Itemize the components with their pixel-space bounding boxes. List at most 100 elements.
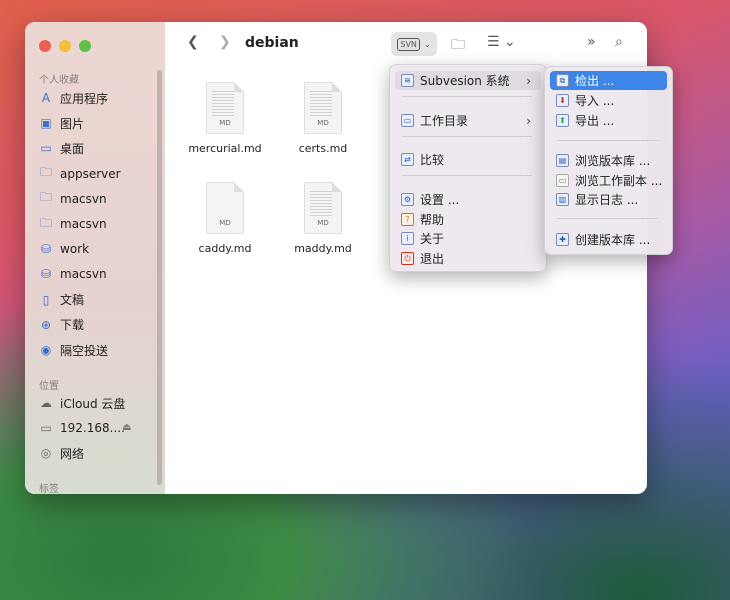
sidebar-item-label: 下载 [60, 318, 85, 333]
menu-item-working-dir[interactable]: ▭ 工作目录 › [395, 111, 541, 130]
menu-label: 浏览版本库 ... [575, 154, 651, 168]
sidebar-item-label: macsvn [60, 267, 107, 282]
forward-button[interactable]: ❯ [219, 34, 231, 50]
sidebar-item-label: 网络 [60, 446, 85, 461]
chevron-down-icon: ⌄ [423, 39, 431, 49]
file-item[interactable]: MD caddy.md [185, 182, 265, 255]
pictures-icon: ▣ [40, 116, 52, 131]
sidebar-item-label: appserver [60, 166, 121, 181]
menu-label: 浏览工作副本 ... [575, 174, 663, 188]
sidebar-item[interactable]: A 应用程序 [39, 87, 108, 109]
subversion-submenu: ⧉ 检出 ... ⬇ 导入 ... ⬆ 导出 ... ▤ 浏览版本库 ... ▭ 浏览工作… [544, 66, 673, 255]
file-name: certs.md [298, 142, 348, 155]
svn-menu-button[interactable]: SVN ⌄ [391, 32, 437, 56]
sidebar-item[interactable]: 🗀 macsvn [39, 213, 107, 235]
new-folder-icon[interactable]: 🗀 [451, 34, 465, 58]
minimize-button[interactable] [59, 40, 71, 52]
file-item[interactable]: MD maddy.md [283, 182, 363, 255]
sidebar-item[interactable]: ▭ 桌面 [39, 137, 84, 159]
window-title: debian [245, 35, 299, 51]
menu-label: 创建版本库 ... [575, 233, 651, 247]
create-repo-icon: ✚ [556, 233, 569, 246]
sidebar-item[interactable]: 🗀 macsvn [39, 188, 107, 210]
more-icon[interactable]: » [587, 34, 596, 50]
file-name: caddy.md [198, 242, 252, 255]
section-locations: 位置 [39, 381, 59, 392]
submenu-item-export[interactable]: ⬆ 导出 ... [550, 111, 667, 130]
svn-context-menu: ≋ Subvesion 系统 › ▭ 工作目录 › ⇄ 比较 ⚙ 设置 ... ? 帮助 i关… [389, 64, 547, 272]
working-dir-icon: ▭ [401, 114, 414, 127]
menu-separator [557, 218, 658, 219]
computer-icon: ▭ [40, 421, 52, 435]
settings-icon: ⚙ [401, 193, 414, 206]
sidebar-item[interactable]: ⛁ macsvn [39, 263, 107, 285]
zoom-button[interactable] [79, 40, 91, 52]
file-name: maddy.md [294, 242, 352, 255]
menu-separator [557, 140, 658, 141]
sidebar-item[interactable]: ▯ 文稿 [39, 289, 84, 311]
sidebar-scrollbar[interactable] [157, 70, 162, 485]
sidebar-item[interactable]: ▭ 192.168.... [39, 417, 125, 439]
sidebar-item-label: work [60, 242, 90, 257]
submenu-item-browse-wc[interactable]: ▭ 浏览工作副本 ... [550, 171, 667, 190]
sidebar-item[interactable]: ◎ 网络 [39, 442, 84, 464]
power-icon: ⏻ [401, 252, 414, 265]
compare-icon: ⇄ [401, 153, 414, 166]
file-badge: MD [317, 119, 329, 127]
submenu-item-create-repo[interactable]: ✚ 创建版本库 ... [550, 230, 667, 249]
chevron-right-icon: › [526, 113, 531, 128]
sidebar-item[interactable]: ⊕ 下载 [39, 314, 84, 336]
folder-icon: 🗀 [39, 190, 52, 205]
back-button[interactable]: ❮ [187, 34, 199, 50]
menu-item-quit[interactable]: ⏻ 退出 [395, 249, 541, 268]
file-badge: MD [317, 219, 329, 227]
sidebar-item-label: macsvn [60, 217, 107, 231]
menu-label: 工作目录 [420, 114, 469, 128]
info-icon: i [401, 232, 414, 245]
airdrop-icon: ◉ [40, 343, 52, 357]
log-icon: ▥ [556, 193, 569, 206]
menu-label: 关于 [420, 232, 445, 246]
sidebar-item-label: 桌面 [60, 141, 85, 156]
cloud-icon: ☁ [40, 396, 52, 410]
menu-item-help[interactable]: ? 帮助 [395, 210, 541, 229]
menu-item-compare[interactable]: ⇄ 比较 [395, 150, 541, 169]
sidebar-item-label: macsvn [60, 191, 107, 206]
sidebar-item[interactable]: ☁ iCloud 云盘 [39, 392, 125, 414]
menu-item-about[interactable]: i 关于 [395, 229, 541, 248]
eject-icon[interactable]: ⏏ [122, 422, 131, 433]
section-favorites: 个人收藏 [39, 75, 79, 86]
toolbar: ❮ ❯ debian SVN ⌄ 🗀 ☰ ⌄ » ⌕ [165, 22, 647, 68]
search-icon[interactable]: ⌕ [615, 34, 623, 50]
file-badge: MD [219, 119, 231, 127]
sidebar-item[interactable]: 🗀 appserver [39, 163, 121, 185]
file-name: mercurial.md [188, 142, 262, 155]
menu-item-settings[interactable]: ⚙ 设置 ... [395, 190, 541, 209]
close-button[interactable] [39, 40, 51, 52]
menu-label: 检出 ... [575, 74, 615, 88]
sidebar-item-label: iCloud 云盘 [60, 396, 126, 411]
document-icon: ▯ [42, 292, 50, 307]
sidebar-item-label: 192.168.... [60, 421, 125, 435]
submenu-item-show-log[interactable]: ▥ 显示日志 ... [550, 190, 667, 209]
file-item[interactable]: MD mercurial.md [185, 82, 265, 155]
window-controls [39, 40, 91, 52]
menu-separator [402, 175, 532, 176]
submenu-item-import[interactable]: ⬇ 导入 ... [550, 91, 667, 110]
submenu-item-checkout[interactable]: ⧉ 检出 ... [550, 71, 667, 90]
menu-separator [402, 136, 532, 137]
menu-item-subversion[interactable]: ≋ Subvesion 系统 › [395, 71, 541, 90]
sidebar-item[interactable]: ◉ 隔空投送 [39, 339, 108, 361]
submenu-item-browse-repo[interactable]: ▤ 浏览版本库 ... [550, 151, 667, 170]
file-item[interactable]: MD certs.md [283, 82, 363, 155]
menu-label: 导入 ... [575, 94, 615, 108]
desktop-icon: ▭ [40, 141, 52, 156]
view-options-button[interactable]: ☰ ⌄ [487, 34, 516, 50]
import-icon: ⬇ [556, 94, 569, 107]
sidebar-item-label: 图片 [60, 116, 85, 131]
sidebar-item[interactable]: ▣ 图片 [39, 112, 84, 134]
sidebar-item[interactable]: ⛁ work [39, 238, 89, 260]
svn-folder-icon: ⛁ [40, 267, 52, 282]
subversion-icon: ≋ [401, 74, 414, 87]
file-badge: MD [219, 219, 231, 227]
